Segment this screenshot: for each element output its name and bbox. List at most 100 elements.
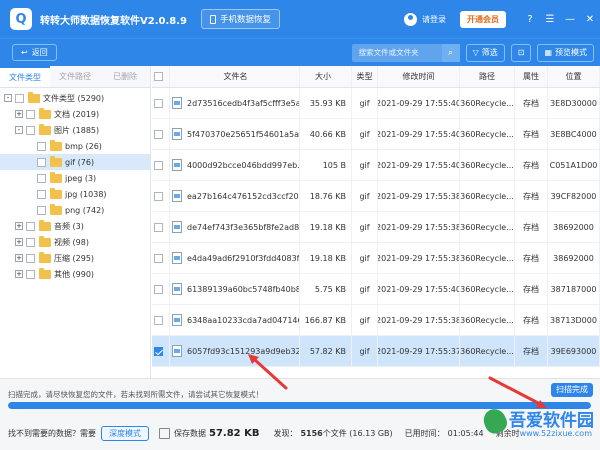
header-attribute[interactable]: 属性 [515,66,548,87]
preview-mode-button[interactable]: ▦ 预览模式 [537,43,594,62]
scan-search-button[interactable]: ⊡ [510,43,532,62]
row-checkbox[interactable] [154,129,163,139]
row-checkbox-cell[interactable] [152,181,170,211]
select-all-checkbox[interactable] [152,66,170,87]
path-cell: 360Recycle... [460,274,515,304]
back-button[interactable]: ↩ 返回 [12,44,57,61]
tree-item-gif[interactable]: gif (76) [0,154,150,170]
folder-icon [39,123,51,135]
expand-icon[interactable]: + [15,270,23,278]
save-label: 保存数据 [174,428,206,438]
checkbox[interactable] [26,269,35,279]
table-row[interactable]: de74ef743f3e365bf8fe2ad8... 19.18 KB gif… [152,212,600,243]
checkbox[interactable] [26,237,35,247]
menu-icon[interactable]: ☰ [540,14,560,25]
user-icon [404,12,417,26]
file-type-cell: gif [352,336,378,366]
row-checkbox-cell[interactable] [152,88,170,118]
row-checkbox-cell[interactable] [152,150,170,180]
row-checkbox-cell[interactable] [152,336,170,366]
help-icon[interactable]: ? [520,14,540,25]
tree-item-png[interactable]: png (742) [0,202,150,218]
expand-icon[interactable]: + [15,254,23,262]
table-row[interactable]: 61389139a60bc5748fb40b8... 5.75 KB gif 2… [152,274,600,305]
file-name-cell: e4da49ad6f2910f3fdd4083f... [170,243,300,273]
tab-file-type[interactable]: 文件类型 [0,66,50,87]
header-type[interactable]: 类型 [352,66,378,87]
row-checkbox[interactable] [154,98,163,108]
tree-item-archive[interactable]: + 压缩 (295) [0,250,150,266]
row-checkbox[interactable] [154,315,163,325]
tree-item-other[interactable]: + 其他 (990) [0,266,150,282]
file-type-tree: - 文件类型 (5290) + 文档 (2019) - 图片 (1885) bmp (… [0,88,150,282]
checkbox[interactable] [154,72,163,81]
checkbox[interactable] [26,253,35,263]
table-row[interactable]: 5f470370e25651f54601a5a6... 40.66 KB gif… [152,119,600,150]
not-found-text: 找不到需要的数据？需要 [8,428,96,438]
checkbox[interactable] [37,205,46,215]
header-location[interactable]: 位置 [548,66,600,87]
modified-time-cell: 2021-09-29 17:55:40 [378,274,460,304]
tree-item-images[interactable]: - 图片 (1885) [0,122,150,138]
checkbox[interactable] [26,221,35,231]
folder-icon [39,219,51,231]
header-modified-time[interactable]: 修改时间 [378,66,460,87]
row-checkbox[interactable] [154,160,163,170]
tree-item-audio[interactable]: + 音频 (3) [0,218,150,234]
row-checkbox-cell[interactable] [152,274,170,304]
search-input[interactable]: 搜索文件或文件夹 [351,43,442,62]
table-row[interactable]: 6348aa10233cda7ad047146... 166.87 KB gif… [152,305,600,336]
minimize-icon[interactable]: — [560,14,580,25]
table-row[interactable]: 6057fd93c151293a9d9eb32... 57.82 KB gif … [152,336,600,367]
header-path[interactable]: 路径 [460,66,515,87]
grid-icon: ▦ [544,48,552,57]
checkbox[interactable] [37,189,46,199]
row-checkbox-cell[interactable] [152,212,170,242]
expand-icon[interactable]: + [15,222,23,230]
row-checkbox[interactable] [154,253,163,263]
checkbox[interactable] [37,173,46,183]
login-link[interactable]: 请登录 [422,14,446,25]
tree-item-bmp[interactable]: bmp (26) [0,138,150,154]
row-checkbox-cell[interactable] [152,305,170,335]
row-checkbox-cell[interactable] [152,119,170,149]
vip-button[interactable]: 开通会员 [460,10,506,28]
deep-scan-button[interactable]: 深度模式 [101,425,149,441]
expand-icon[interactable]: + [15,238,23,246]
filter-button[interactable]: ▽ 筛选 [465,43,505,62]
checkbox[interactable] [26,125,35,135]
tree-item-all[interactable]: - 文件类型 (5290) [0,90,150,106]
table-row[interactable]: 2d73516cedb4f3af5cfff3e5a... 35.93 KB gi… [152,88,600,119]
row-checkbox[interactable] [154,284,163,294]
mobile-recovery-button[interactable]: 手机数据恢复 [200,9,280,29]
tree-item-jpg[interactable]: jpg (1038) [0,186,150,202]
tree-item-docs[interactable]: + 文档 (2019) [0,106,150,122]
header-size[interactable]: 大小 [300,66,352,87]
tab-deleted[interactable]: 已删除 [100,66,150,87]
checkbox[interactable] [15,93,24,103]
sidebar: 文件类型 文件路径 已删除 - 文件类型 (5290) + 文档 (2019) -图… [0,66,151,378]
search-icon[interactable]: ⌕ [441,43,460,62]
checkbox[interactable] [37,157,46,167]
checkbox[interactable] [37,141,46,151]
row-checkbox-cell[interactable] [152,243,170,273]
gif-file-icon [172,159,182,171]
location-cell: C051A1D00 [548,150,600,180]
tree-item-video[interactable]: + 视频 (98) [0,234,150,250]
file-type-cell: gif [352,274,378,304]
collapse-icon[interactable]: - [4,94,12,102]
row-checkbox[interactable] [154,346,163,356]
table-row[interactable]: e4da49ad6f2910f3fdd4083f... 19.18 KB gif… [152,243,600,274]
collapse-icon[interactable]: - [15,126,23,134]
table-row[interactable]: 4000d92bcce046bdd997eb... 105 B gif 2021… [152,150,600,181]
row-checkbox[interactable] [154,191,163,201]
table-row[interactable]: ea27b164c476152cd3ccf20... 18.76 KB gif … [152,181,600,212]
tree-item-jpeg[interactable]: jpeg (3) [0,170,150,186]
expand-icon[interactable]: + [15,110,23,118]
file-name-cell: ea27b164c476152cd3ccf20... [170,181,300,211]
checkbox[interactable] [26,109,35,119]
tab-file-path[interactable]: 文件路径 [50,66,100,87]
close-icon[interactable]: ✕ [580,14,600,25]
header-file-name[interactable]: 文件名 [170,66,300,87]
row-checkbox[interactable] [154,222,163,232]
